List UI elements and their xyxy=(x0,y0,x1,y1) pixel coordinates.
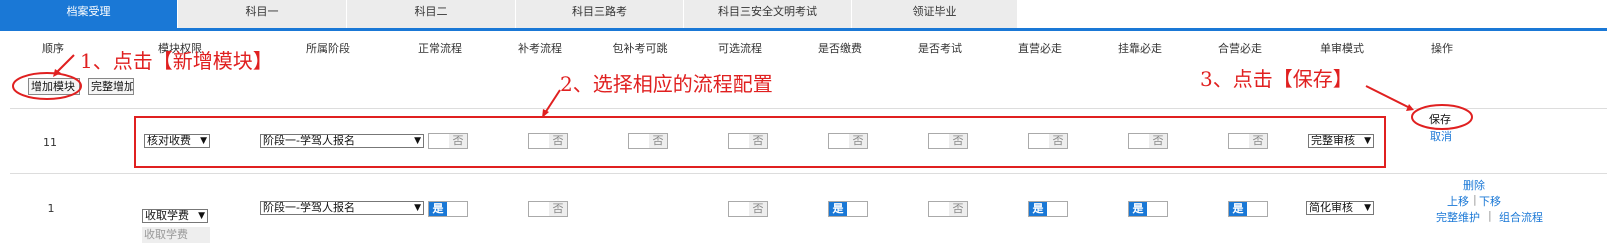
annotation-circle-add xyxy=(12,72,82,100)
annotation-arrow-3 xyxy=(1365,85,1411,109)
annotation-overlay xyxy=(12,54,1473,168)
annotation-step-3: 3、点击【保存】 xyxy=(1200,67,1353,91)
annotation-box-config xyxy=(134,116,1386,168)
annotation-arrow-1 xyxy=(55,54,75,74)
annotation-step-2: 2、选择相应的流程配置 xyxy=(560,72,773,96)
annotation-arrow-2 xyxy=(544,89,561,114)
annotation-step-1: 1、点击【新增模块】 xyxy=(80,49,273,73)
annotation-circle-save xyxy=(1411,104,1473,130)
